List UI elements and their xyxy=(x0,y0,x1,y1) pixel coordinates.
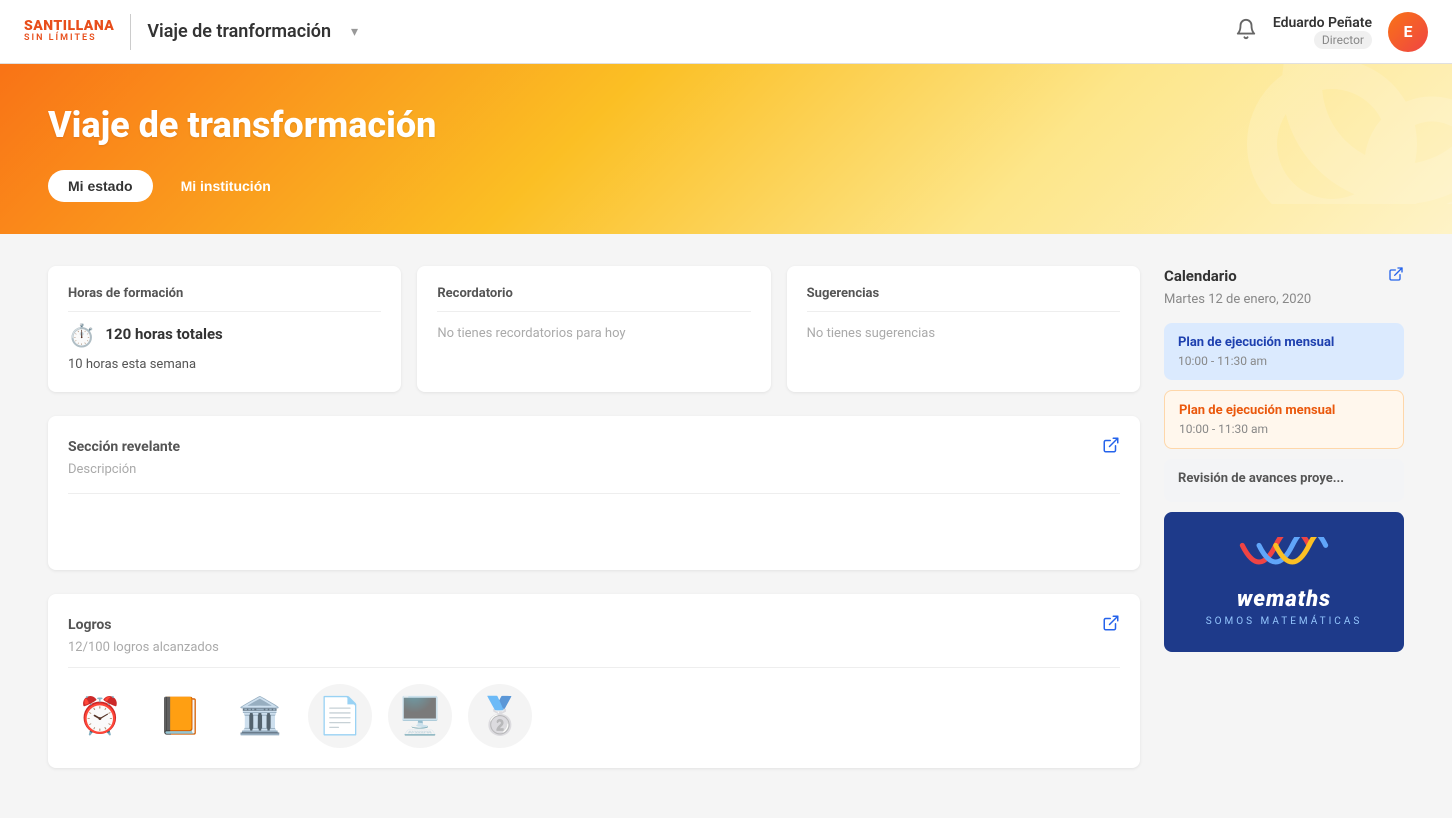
logro-icon-3: 🏛️ xyxy=(228,684,292,748)
sidebar-right: Calendario Martes 12 de enero, 2020 Plan… xyxy=(1164,266,1404,768)
tab-mi-estado[interactable]: Mi estado xyxy=(48,170,153,202)
navbar-divider xyxy=(130,14,131,50)
event-title-3: Revisión de avances proye... xyxy=(1178,471,1390,486)
logro-icon-2: 📙 xyxy=(148,684,212,748)
logro-icon-4: 📄 xyxy=(308,684,372,748)
logros-count: 12/100 logros alcanzados xyxy=(68,640,1120,668)
user-role: Director xyxy=(1314,31,1372,49)
logros-external-link[interactable] xyxy=(1102,614,1120,636)
hero-title: Viaje de transformación xyxy=(48,104,1404,146)
cards-row: Horas de formación ⏱️ 120 horas totales … xyxy=(48,266,1140,392)
recordatorio-title: Recordatorio xyxy=(437,286,750,312)
event-time-2: 10:00 - 11:30 am xyxy=(1179,422,1389,436)
chevron-down-icon[interactable]: ▾ xyxy=(351,24,358,40)
logros-title: Logros xyxy=(68,617,112,633)
event-time-1: 10:00 - 11:30 am xyxy=(1178,354,1390,368)
navbar: SANTILLANA SIN LÍMITES Viaje de tranform… xyxy=(0,0,1452,64)
seccion-placeholder xyxy=(68,510,1120,550)
logro-icon-6: 🥈 xyxy=(468,684,532,748)
horas-title: Horas de formación xyxy=(68,286,381,312)
horas-total: 120 horas totales xyxy=(105,325,222,343)
navbar-left: SANTILLANA SIN LÍMITES Viaje de tranform… xyxy=(24,14,358,50)
logros-card: Logros 12/100 logros alcanzados ⏰ 📙 🏛️ 📄… xyxy=(48,594,1140,768)
event-card-3[interactable]: Revisión de avances proye... xyxy=(1164,459,1404,502)
hero-tabs: Mi estado Mi institución xyxy=(48,170,1404,202)
seccion-header: Sección revelante xyxy=(68,436,1120,458)
event-title-2: Plan de ejecución mensual xyxy=(1179,403,1389,418)
bell-icon[interactable] xyxy=(1235,18,1257,45)
nav-title: Viaje de tranformación xyxy=(147,21,331,42)
calendar-external-link[interactable] xyxy=(1388,266,1404,286)
wemaths-tagline: SOMOS MATEMÁTICAS xyxy=(1206,616,1363,627)
seccion-external-link[interactable] xyxy=(1102,436,1120,458)
content-left: Horas de formación ⏱️ 120 horas totales … xyxy=(48,266,1140,768)
navbar-right: Eduardo Peñate Director E xyxy=(1235,12,1428,52)
horas-week: 10 horas esta semana xyxy=(68,357,381,372)
hero-banner: Viaje de transformación Mi estado Mi ins… xyxy=(0,64,1452,234)
wemaths-banner[interactable]: wemaths SOMOS MATEMÁTICAS xyxy=(1164,512,1404,652)
seccion-title: Sección revelante xyxy=(68,439,180,455)
card-recordatorio: Recordatorio No tienes recordatorios par… xyxy=(417,266,770,392)
calendar-title: Calendario xyxy=(1164,267,1237,285)
sugerencias-empty: No tienes sugerencias xyxy=(807,324,1120,344)
seccion-description: Descripción xyxy=(68,462,1120,494)
user-info: Eduardo Peñate Director xyxy=(1273,15,1372,49)
calendar-header: Calendario xyxy=(1164,266,1404,286)
card-sugerencias: Sugerencias No tienes sugerencias xyxy=(787,266,1140,392)
avatar[interactable]: E xyxy=(1388,12,1428,52)
event-title-1: Plan de ejecución mensual xyxy=(1178,335,1390,350)
logro-icon-5: 🖥️ xyxy=(388,684,452,748)
brand-name-bottom: SIN LÍMITES xyxy=(24,34,114,44)
tab-mi-institucion[interactable]: Mi institución xyxy=(161,170,291,202)
wemaths-curves-icon xyxy=(1234,537,1334,587)
logros-header: Logros xyxy=(68,614,1120,636)
main-content: Horas de formación ⏱️ 120 horas totales … xyxy=(0,234,1452,800)
brand-logo: SANTILLANA SIN LÍMITES xyxy=(24,19,114,44)
clock-icon: ⏱️ xyxy=(68,324,95,349)
user-name: Eduardo Peñate xyxy=(1273,15,1372,31)
event-card-2[interactable]: Plan de ejecución mensual 10:00 - 11:30 … xyxy=(1164,390,1404,449)
horas-clock-row: ⏱️ 120 horas totales xyxy=(68,324,381,349)
calendar-date: Martes 12 de enero, 2020 xyxy=(1164,292,1404,307)
logro-icon-1: ⏰ xyxy=(68,684,132,748)
card-horas: Horas de formación ⏱️ 120 horas totales … xyxy=(48,266,401,392)
sugerencias-title: Sugerencias xyxy=(807,286,1120,312)
wemaths-name: wemaths xyxy=(1237,587,1331,612)
brand-name-top: SANTILLANA xyxy=(24,19,114,34)
seccion-card: Sección revelante Descripción xyxy=(48,416,1140,570)
event-card-1[interactable]: Plan de ejecución mensual 10:00 - 11:30 … xyxy=(1164,323,1404,380)
logros-icons-row: ⏰ 📙 🏛️ 📄 🖥️ 🥈 xyxy=(68,684,1120,748)
recordatorio-empty: No tienes recordatorios para hoy xyxy=(437,324,750,344)
